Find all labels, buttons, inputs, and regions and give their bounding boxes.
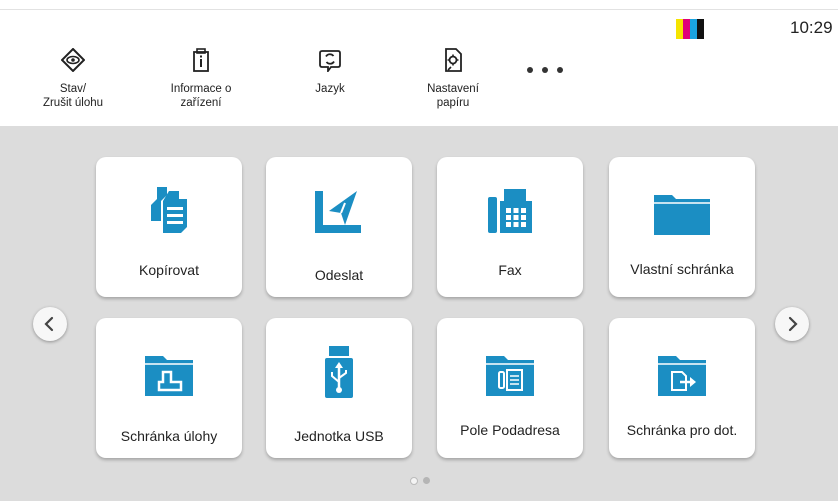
chevron-left-icon	[44, 316, 54, 332]
language-icon	[319, 50, 341, 72]
page-dot-active	[410, 477, 418, 485]
next-page-button[interactable]	[775, 307, 809, 341]
top-header: 10:29 Stav/ Zrušit úlohu Informace o zař…	[0, 0, 838, 125]
tile-label: Pole Podadresa	[460, 422, 560, 438]
tile-label: Jednotka USB	[294, 428, 384, 444]
tile-send[interactable]: Odeslat	[266, 157, 412, 297]
tile-polling-box[interactable]: Schránka pro dot.	[609, 318, 755, 458]
toner-indicator	[676, 19, 704, 39]
header-label: Stav/	[59, 83, 87, 95]
tile-label: Fax	[498, 262, 522, 278]
tile-label: Odeslat	[314, 267, 364, 283]
device-info-icon	[193, 48, 209, 72]
tile-label: Vlastní schránka	[630, 261, 734, 277]
previous-page-button[interactable]	[33, 307, 67, 341]
tile-label: Kopírovat	[139, 262, 199, 278]
folder-icon	[654, 195, 710, 235]
job-box-icon	[145, 356, 193, 396]
paper-settings-icon	[445, 48, 462, 72]
polling-box-icon	[658, 356, 706, 396]
tile-custom-box[interactable]: Vlastní schránka	[609, 157, 755, 297]
tile-usb-drive[interactable]: Jednotka USB	[266, 318, 412, 458]
tile-subaddress-box[interactable]: Pole Podadresa	[437, 318, 583, 458]
page-dot	[423, 477, 430, 484]
subaddress-box-icon	[486, 356, 534, 396]
clock: 10:29	[790, 18, 833, 37]
tile-label: Schránka úlohy	[120, 428, 218, 444]
tile-copy[interactable]: Kopírovat	[96, 157, 242, 297]
header-label: papíru	[436, 97, 470, 109]
more-dots-icon[interactable]	[527, 62, 563, 78]
send-icon	[315, 191, 361, 233]
fax-icon	[488, 189, 532, 233]
header-label: zařízení	[180, 97, 222, 109]
page-indicator	[410, 477, 430, 485]
copy-icon	[151, 187, 187, 233]
home-panel: Kopírovat Odeslat Fax Vlastní schránka S…	[0, 126, 838, 501]
header-label: Informace o	[170, 83, 232, 95]
tile-job-box[interactable]: Schránka úlohy	[96, 318, 242, 458]
header-label: Zrušit úlohu	[42, 97, 104, 109]
header-label: Jazyk	[315, 83, 345, 95]
header-label: Nastavení	[427, 83, 479, 95]
top-divider	[0, 9, 838, 10]
chevron-right-icon	[788, 316, 798, 332]
tile-label: Schránka pro dot.	[626, 422, 738, 438]
eye-diamond-icon	[61, 48, 85, 72]
usb-icon	[325, 346, 353, 398]
tile-fax[interactable]: Fax	[437, 157, 583, 297]
